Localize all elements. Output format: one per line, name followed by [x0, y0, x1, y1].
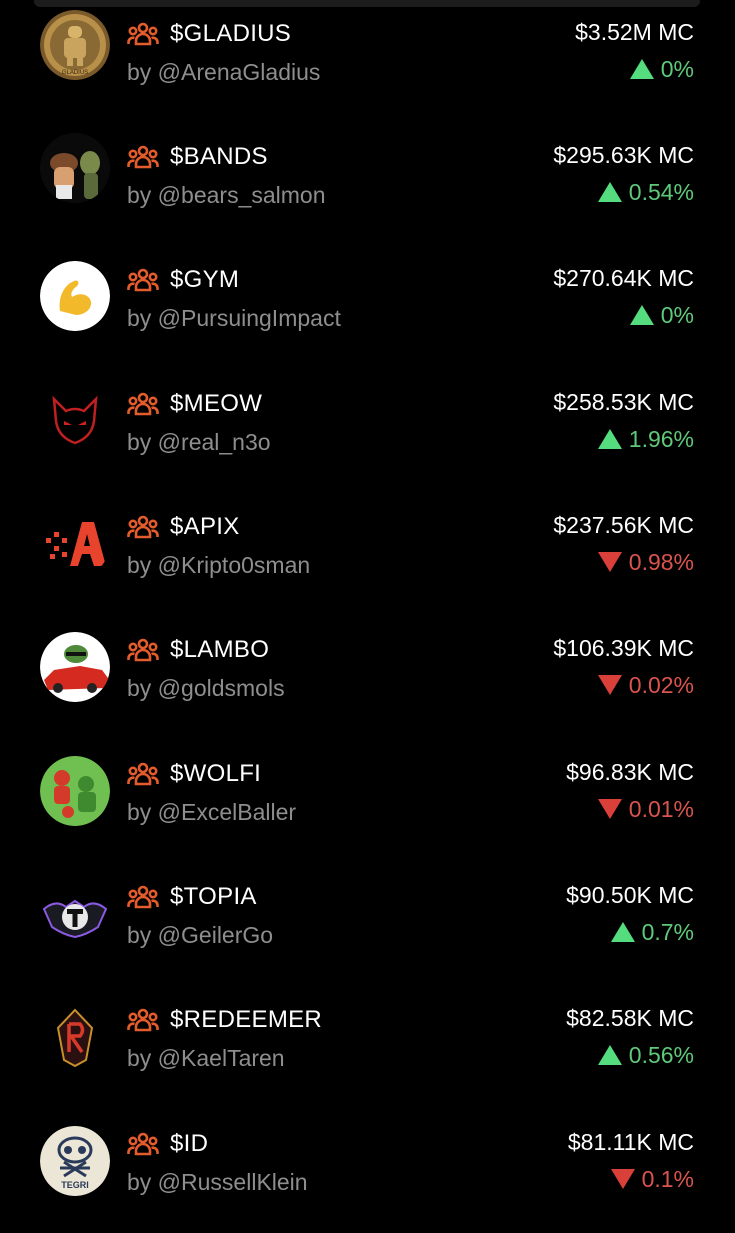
token-ticker[interactable]: $GYM — [170, 266, 239, 294]
arrow-down-icon — [597, 798, 622, 819]
token-creator[interactable]: by @PursuingImpact — [127, 305, 341, 332]
token-creator[interactable]: by @goldsmols — [127, 675, 285, 702]
arrow-up-icon — [597, 428, 622, 449]
token-ticker[interactable]: $WOLFI — [170, 760, 261, 788]
arrow-down-icon — [597, 674, 622, 695]
community-icon — [127, 638, 159, 662]
community-icon — [127, 22, 159, 46]
token-creator[interactable]: by @ExcelBaller — [127, 799, 296, 826]
community-icon — [127, 762, 159, 786]
token-avatar-topia — [40, 879, 110, 949]
arrow-down-icon — [597, 551, 622, 572]
market-cap: $237.56K MC — [553, 512, 694, 538]
token-row[interactable]: GLADIUS $GLADIUS by @ArenaGladius $3.52M… — [0, 0, 735, 123]
community-icon — [127, 515, 159, 539]
market-cap: $258.53K MC — [553, 389, 694, 415]
token-avatar-gladius: GLADIUS — [40, 10, 110, 80]
token-row[interactable]: TEGRI $ID by @RussellKlein $81.11K MC 0.… — [0, 1110, 735, 1233]
market-cap: $96.83K MC — [566, 759, 694, 785]
token-row[interactable]: $MEOW by @real_n3o $258.53K MC 1.96% — [0, 370, 735, 493]
token-row[interactable]: $BANDS by @bears_salmon $295.63K MC 0.54… — [0, 123, 735, 246]
token-row[interactable]: $REDEEMER by @KaelTaren $82.58K MC 0.56% — [0, 986, 735, 1109]
token-ticker[interactable]: $ID — [170, 1130, 208, 1158]
token-creator[interactable]: by @real_n3o — [127, 429, 271, 456]
token-avatar-redeemer — [40, 1002, 110, 1072]
community-icon — [127, 1008, 159, 1032]
price-change: 0.56% — [597, 1042, 694, 1069]
token-avatar-id: TEGRI — [40, 1126, 110, 1196]
token-avatar-apix — [40, 508, 110, 578]
market-cap: $90.50K MC — [566, 882, 694, 908]
price-change: 0.98% — [597, 549, 694, 576]
price-change: 0.7% — [610, 919, 694, 946]
price-change: 0% — [629, 56, 694, 83]
token-ticker[interactable]: $REDEEMER — [170, 1006, 322, 1034]
token-ticker[interactable]: $LAMBO — [170, 636, 269, 664]
community-icon — [127, 392, 159, 416]
token-row[interactable]: $APIX by @Kripto0sman $237.56K MC 0.98% — [0, 493, 735, 616]
token-avatar-meow — [40, 385, 110, 455]
token-creator[interactable]: by @Kripto0sman — [127, 552, 310, 579]
market-cap: $82.58K MC — [566, 1005, 694, 1031]
market-cap: $295.63K MC — [553, 142, 694, 168]
arrow-up-icon — [629, 58, 654, 79]
avatar-text: GLADIUS — [62, 70, 88, 76]
token-avatar-lambo — [40, 632, 110, 702]
price-change: 0% — [629, 302, 694, 329]
arrow-up-icon — [610, 921, 635, 942]
token-ticker[interactable]: $BANDS — [170, 143, 268, 171]
arrow-down-icon — [610, 1168, 635, 1189]
community-icon — [127, 145, 159, 169]
token-avatar-bands — [40, 133, 110, 203]
token-avatar-wolfi — [40, 756, 110, 826]
market-cap: $3.52M MC — [575, 19, 694, 45]
token-creator[interactable]: by @KaelTaren — [127, 1045, 285, 1072]
price-change: 0.54% — [597, 179, 694, 206]
token-row[interactable]: $LAMBO by @goldsmols $106.39K MC 0.02% — [0, 616, 735, 739]
token-creator[interactable]: by @RussellKlein — [127, 1169, 308, 1196]
token-ticker[interactable]: $APIX — [170, 513, 240, 541]
community-icon — [127, 1132, 159, 1156]
price-change: 0.02% — [597, 672, 694, 699]
token-creator[interactable]: by @bears_salmon — [127, 182, 326, 209]
community-icon — [127, 268, 159, 292]
community-icon — [127, 885, 159, 909]
token-row[interactable]: $TOPIA by @GeilerGo $90.50K MC 0.7% — [0, 863, 735, 986]
price-change: 0.1% — [610, 1166, 694, 1193]
token-row[interactable]: $WOLFI by @ExcelBaller $96.83K MC 0.01% — [0, 740, 735, 863]
token-row[interactable]: $GYM by @PursuingImpact $270.64K MC 0% — [0, 246, 735, 369]
price-change: 0.01% — [597, 796, 694, 823]
market-cap: $106.39K MC — [553, 635, 694, 661]
token-ticker[interactable]: $MEOW — [170, 390, 262, 418]
arrow-up-icon — [597, 181, 622, 202]
token-creator[interactable]: by @GeilerGo — [127, 922, 273, 949]
market-cap: $270.64K MC — [553, 265, 694, 291]
token-ticker[interactable]: $TOPIA — [170, 883, 257, 911]
price-change: 1.96% — [597, 426, 694, 453]
token-creator[interactable]: by @ArenaGladius — [127, 59, 320, 86]
market-cap: $81.11K MC — [567, 1129, 694, 1155]
token-ticker[interactable]: $GLADIUS — [170, 20, 291, 48]
token-avatar-gym — [40, 261, 110, 331]
arrow-up-icon — [597, 1044, 622, 1065]
arrow-up-icon — [629, 304, 654, 325]
avatar-text: TEGRI — [61, 1180, 89, 1190]
